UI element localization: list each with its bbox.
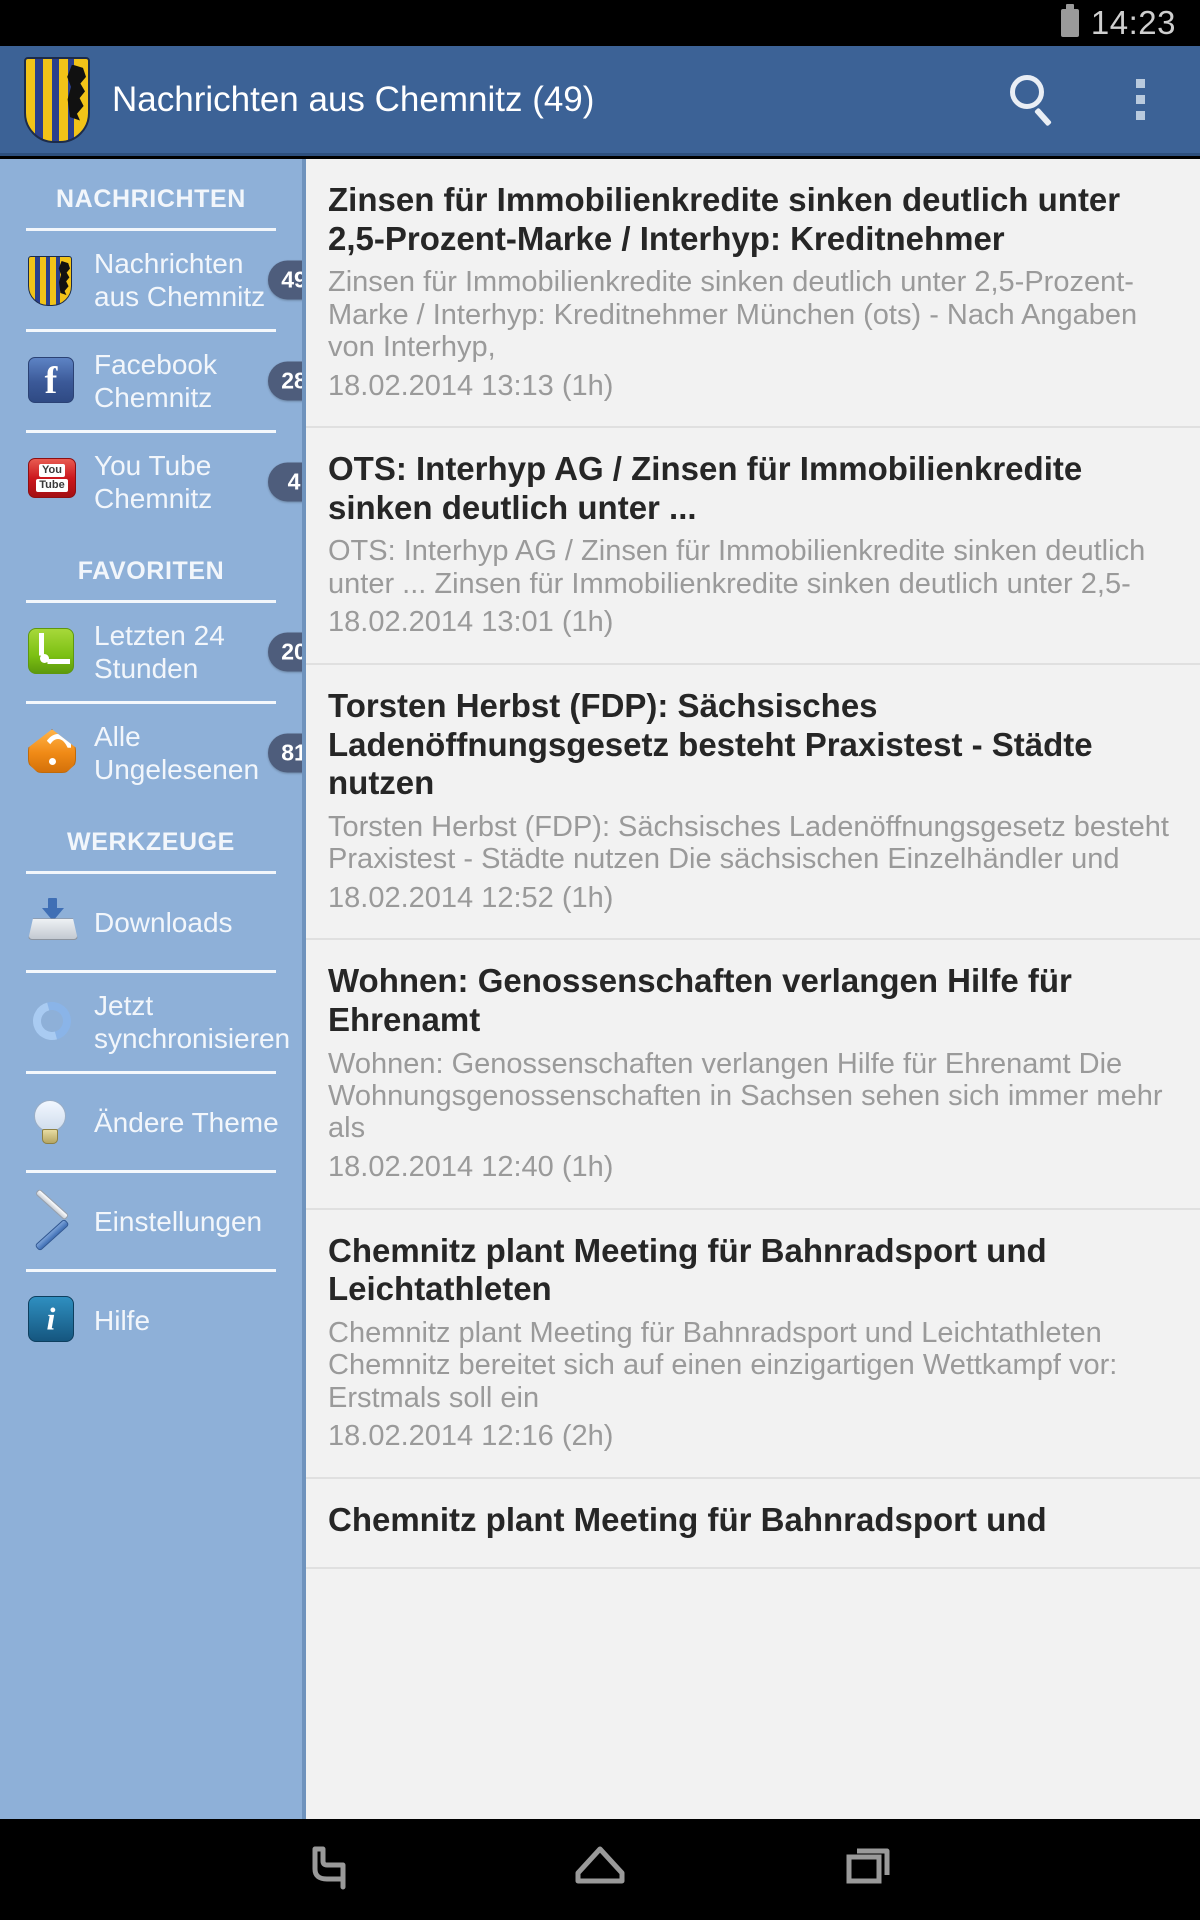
drawer-section-header: NACHRICHTEN: [56, 185, 246, 213]
unread-badge: 28: [268, 361, 302, 401]
article-snippet: Zinsen für Immobilienkredite sinken deut…: [328, 266, 1138, 364]
info-icon: [28, 1296, 76, 1344]
action-bar: Nachrichten aus Chemnitz (49): [0, 46, 1200, 156]
sidebar-item-youtube-chemnitz[interactable]: You Tube You Tube Chemnitz 4: [0, 433, 302, 531]
overflow-menu-icon[interactable]: [1118, 71, 1162, 129]
recent-apps-icon[interactable]: [827, 1835, 911, 1905]
article-date: 18.02.2014 12:40 (1h): [328, 1150, 614, 1183]
status-bar-clock: 14:23: [1090, 4, 1176, 41]
list-item[interactable]: Chemnitz plant Meeting für Bahnradsport …: [306, 1209, 1200, 1479]
search-icon[interactable]: [1004, 71, 1062, 129]
back-icon[interactable]: [289, 1835, 373, 1905]
home-icon[interactable]: [558, 1835, 642, 1905]
list-item[interactable]: Zinsen für Immobilienkredite sinken deut…: [306, 159, 1200, 429]
sidebar-item-label: Downloads: [94, 906, 233, 938]
unread-badge: 49: [268, 260, 302, 300]
article-snippet: Wohnen: Genossenschaften verlangen Hilfe…: [328, 1047, 1163, 1145]
battery-icon: [1060, 4, 1079, 37]
sidebar-item-label: Facebook Chemnitz: [94, 349, 217, 414]
all-unread-feed-icon: [28, 729, 76, 777]
sidebar-item-label: Letzten 24 Stunden: [94, 620, 225, 685]
sidebar-item-hilfe[interactable]: Hilfe: [0, 1272, 302, 1368]
sidebar-item-label: Einstellungen: [94, 1205, 263, 1237]
sidebar-item-einstellungen[interactable]: Einstellungen: [0, 1173, 302, 1269]
facebook-icon: f: [28, 357, 76, 405]
sidebar-item-label: Nachrichten aus Chemnitz: [94, 248, 266, 313]
sidebar-item-nachrichten-aus-chemnitz[interactable]: Nachrichten aus Chemnitz 49: [0, 231, 302, 329]
android-screen: 14:23 Nachrichten aus Chemnitz (49) NACH…: [0, 0, 1200, 1920]
system-navigation-bar: [0, 1819, 1200, 1920]
content-area: NACHRICHTEN Nachrichten aus Chemnitz 49 …: [0, 159, 1200, 1819]
drawer-section-header: FAVORITEN: [77, 557, 225, 586]
status-bar: 14:23: [0, 0, 1200, 46]
article-list[interactable]: Zinsen für Immobilienkredite sinken deut…: [306, 159, 1200, 1819]
unread-badge: 81: [268, 733, 302, 773]
search-ring: [1010, 74, 1044, 109]
sidebar-item-downloads[interactable]: Downloads: [0, 874, 302, 970]
sidebar-item-label: Jetzt synchronisieren: [94, 990, 291, 1055]
sync-icon: [26, 995, 78, 1048]
search-handle: [1034, 107, 1052, 126]
navigation-drawer[interactable]: NACHRICHTEN Nachrichten aus Chemnitz 49 …: [0, 159, 306, 1819]
article-snippet: Chemnitz plant Meeting für Bahnradsport …: [328, 1316, 1118, 1414]
unread-badge: 20: [268, 632, 302, 672]
list-item[interactable]: Chemnitz plant Meeting für Bahnradsport …: [306, 1478, 1200, 1570]
rss-feed-icon: [28, 628, 76, 676]
sidebar-item-aendere-theme[interactable]: Ändere Theme: [0, 1074, 302, 1170]
sidebar-item-letzten-24-stunden[interactable]: Letzten 24 Stunden 20: [0, 603, 302, 701]
sidebar-item-jetzt-synchronisieren[interactable]: Jetzt synchronisieren: [0, 973, 302, 1071]
chemnitz-coat-of-arms-icon: [28, 256, 76, 307]
drawer-section-header: WERKZEUGE: [67, 828, 235, 857]
article-title: Torsten Herbst (FDP): Sächsisches Ladenö…: [328, 686, 1093, 802]
sidebar-item-facebook-chemnitz[interactable]: f Facebook Chemnitz 28: [0, 332, 302, 430]
overflow-dot: [1135, 79, 1145, 88]
list-item[interactable]: Torsten Herbst (FDP): Sächsisches Ladenö…: [306, 664, 1200, 941]
article-title: Chemnitz plant Meeting für Bahnradsport …: [328, 1500, 1047, 1538]
article-date: 18.02.2014 13:13 (1h): [328, 369, 614, 402]
sidebar-item-alle-ungelesenen[interactable]: Alle Ungelesenen 81: [0, 704, 302, 802]
sidebar-item-label: Hilfe: [94, 1304, 151, 1336]
sidebar-item-label: Alle Ungelesenen: [94, 721, 260, 786]
article-date: 18.02.2014 12:52 (1h): [328, 881, 614, 914]
article-snippet: Torsten Herbst (FDP): Sächsisches Ladenö…: [328, 810, 1169, 876]
article-title: Chemnitz plant Meeting für Bahnradsport …: [328, 1231, 1047, 1308]
article-title: Zinsen für Immobilienkredite sinken deut…: [328, 181, 1121, 257]
sidebar-item-label: Ändere Theme: [94, 1106, 279, 1138]
drawer-content: NACHRICHTEN Nachrichten aus Chemnitz 49 …: [0, 159, 302, 1368]
chemnitz-coat-of-arms-icon[interactable]: [24, 56, 90, 143]
article-title: OTS: Interhyp AG / Zinsen für Immobilien…: [328, 450, 1083, 526]
article-snippet: OTS: Interhyp AG / Zinsen für Immobilien…: [328, 535, 1146, 600]
youtube-icon: You Tube: [28, 458, 76, 506]
sidebar-item-label: You Tube Chemnitz: [94, 450, 213, 515]
article-title: Wohnen: Genossenschaften verlangen Hilfe…: [328, 962, 1072, 1038]
page-title: Nachrichten aus Chemnitz (49): [112, 79, 595, 119]
tools-icon: [28, 1188, 76, 1252]
download-icon: [28, 898, 78, 946]
list-item[interactable]: Wohnen: Genossenschaften verlangen Hilfe…: [306, 940, 1200, 1210]
overflow-dot: [1135, 95, 1145, 104]
list-item[interactable]: OTS: Interhyp AG / Zinsen für Immobilien…: [306, 428, 1200, 665]
article-date: 18.02.2014 13:01 (1h): [328, 606, 614, 639]
article-date: 18.02.2014 12:16 (2h): [328, 1420, 614, 1453]
lightbulb-icon: [28, 1098, 76, 1146]
overflow-dot: [1135, 111, 1145, 120]
unread-badge: 4: [268, 462, 302, 502]
lion-figure: [67, 64, 86, 121]
